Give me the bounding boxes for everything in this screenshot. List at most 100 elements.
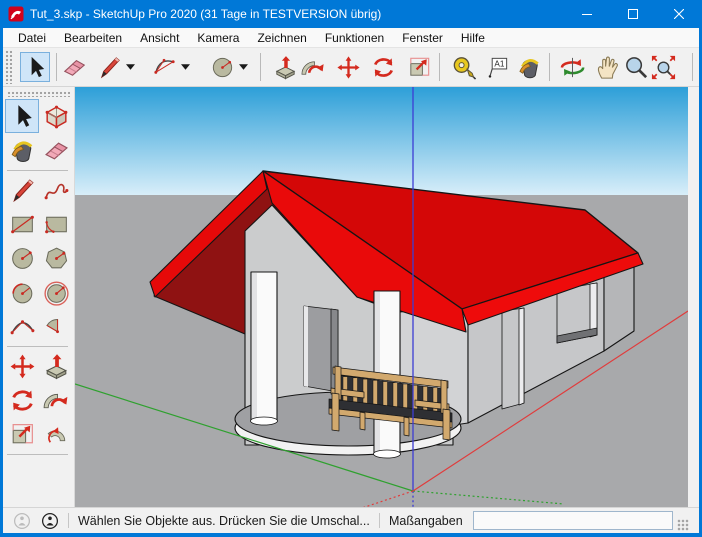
tape-measure-tool[interactable]: [448, 52, 478, 82]
sidebar-row: [3, 99, 74, 133]
gable-door-opening: [304, 306, 338, 392]
pan-icon: [594, 54, 621, 81]
close-button[interactable]: [656, 0, 702, 28]
polygon-tool[interactable]: [39, 241, 73, 275]
paint-bucket-tool[interactable]: [514, 52, 544, 82]
select-icon: [8, 102, 37, 131]
circle-tool[interactable]: [207, 52, 237, 82]
rectangle-icon: [8, 210, 37, 239]
freehand-tool[interactable]: [39, 173, 73, 207]
measurements-input[interactable]: [473, 511, 673, 530]
move-icon: [335, 54, 362, 81]
toolbar-grip[interactable]: [5, 50, 12, 84]
status-message: Wählen Sie Objekte aus. Drücken Sie die …: [78, 514, 370, 528]
zoom-tool[interactable]: [621, 52, 651, 82]
arc-center-tool[interactable]: [5, 275, 39, 309]
rotate-icon: [370, 54, 397, 81]
polygon-icon: [42, 244, 71, 273]
front-door: [502, 308, 524, 409]
titlebar[interactable]: Tut_3.skp - SketchUp Pro 2020 (31 Tage i…: [0, 0, 702, 28]
follow-me-tool[interactable]: [298, 52, 328, 82]
menu-datei[interactable]: Datei: [9, 29, 55, 47]
orbit-icon: [559, 54, 586, 81]
sky: [75, 87, 688, 195]
select-tool[interactable]: [5, 99, 39, 133]
text-icon: A1: [484, 54, 511, 81]
geolocation-icon: [13, 512, 31, 530]
circle-tool[interactable]: [5, 241, 39, 275]
top-toolbar: A1: [3, 48, 699, 87]
geolocation-button[interactable]: [12, 511, 31, 530]
rotated-rectangle-tool[interactable]: [39, 207, 73, 241]
sidebar-row: [3, 417, 74, 451]
pie-icon: [42, 312, 71, 341]
line-tool[interactable]: [94, 52, 124, 82]
sidebar-row: [3, 207, 74, 241]
arc-ring-icon: [42, 278, 71, 307]
arc-dropdown[interactable]: [180, 61, 191, 73]
circle-dropdown[interactable]: [238, 61, 249, 73]
arc-fan-icon: [151, 54, 178, 81]
menubar: DateiBearbeitenAnsichtKameraZeichnenFunk…: [3, 28, 699, 48]
select-tool[interactable]: [20, 52, 50, 82]
menu-fenster[interactable]: Fenster: [393, 29, 452, 47]
line-icon: [96, 54, 123, 81]
arc-tool[interactable]: [149, 52, 179, 82]
menu-hilfe[interactable]: Hilfe: [452, 29, 494, 47]
eraser-tool[interactable]: [39, 133, 73, 167]
column-left: [251, 272, 278, 425]
rotate-tool[interactable]: [368, 52, 398, 82]
viewport-3d[interactable]: [75, 87, 688, 507]
maximize-button[interactable]: [610, 0, 656, 28]
model-scene[interactable]: [75, 87, 688, 507]
sidebar-row: [3, 173, 74, 207]
resize-grip[interactable]: [677, 519, 689, 531]
arc-2-point-tool[interactable]: [39, 275, 73, 309]
zoom-icon: [623, 54, 650, 81]
text-tool[interactable]: A1: [482, 52, 512, 82]
rectangle-tool[interactable]: [5, 207, 39, 241]
scale-tool[interactable]: [5, 417, 39, 451]
paint-bucket-tool[interactable]: [5, 133, 39, 167]
line-icon: [8, 176, 37, 205]
orbit-tool[interactable]: [557, 52, 587, 82]
sidebar-grip[interactable]: [7, 91, 70, 97]
scale-tool[interactable]: [404, 52, 434, 82]
rot-rectangle-icon: [42, 210, 71, 239]
menu-funktionen[interactable]: Funktionen: [316, 29, 393, 47]
circle-icon: [8, 244, 37, 273]
pan-tool[interactable]: [592, 52, 622, 82]
pie-tool[interactable]: [39, 309, 73, 343]
window-title: Tut_3.skp - SketchUp Pro 2020 (31 Tage i…: [30, 7, 381, 21]
scale-icon: [8, 420, 37, 449]
paint-icon: [516, 54, 543, 81]
right-gutter: [688, 87, 699, 507]
menu-ansicht[interactable]: Ansicht: [131, 29, 188, 47]
rotate-tool[interactable]: [5, 383, 39, 417]
push-pull-tool[interactable]: [39, 349, 73, 383]
line-tool[interactable]: [5, 173, 39, 207]
credits-button[interactable]: [40, 511, 59, 530]
move-tool[interactable]: [333, 52, 363, 82]
move-tool[interactable]: [5, 349, 39, 383]
select-icon: [22, 54, 49, 81]
minimize-button[interactable]: [564, 0, 610, 28]
follow-me-tool[interactable]: [39, 383, 73, 417]
menu-zeichnen[interactable]: Zeichnen: [248, 29, 315, 47]
offset-tool[interactable]: [39, 417, 73, 451]
status-separator: [68, 513, 69, 528]
line-dropdown[interactable]: [125, 61, 136, 73]
menu-bearbeiten[interactable]: Bearbeiten: [55, 29, 131, 47]
menu-kamera[interactable]: Kamera: [188, 29, 248, 47]
sidebar-row: [3, 309, 74, 343]
arc-3-point-tool[interactable]: [5, 309, 39, 343]
make-component-tool[interactable]: [39, 99, 73, 133]
sketchup-logo-icon: [8, 6, 24, 22]
sidebar-row: [3, 133, 74, 167]
rotate-icon: [8, 386, 37, 415]
zoom-extents-tool[interactable]: [648, 52, 678, 82]
main-area: [3, 87, 699, 507]
eraser-tool[interactable]: [59, 52, 89, 82]
push-pull-tool[interactable]: [270, 52, 300, 82]
component-icon: [42, 102, 71, 131]
